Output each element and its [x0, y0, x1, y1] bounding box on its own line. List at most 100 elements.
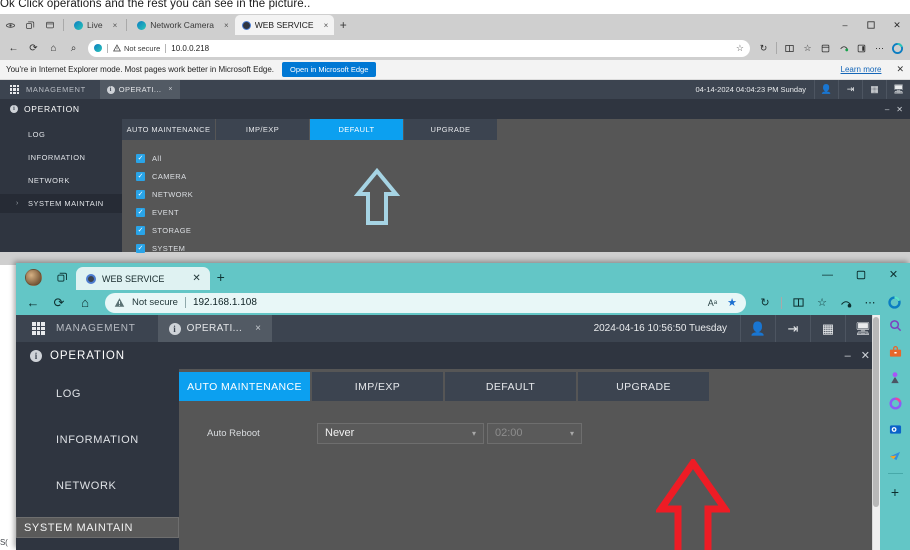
logout-icon[interactable]: ⇥: [838, 80, 862, 99]
learn-more-link[interactable]: Learn more: [841, 65, 882, 74]
split-screen-icon[interactable]: [781, 40, 798, 57]
sidebar-item-system-maintain[interactable]: › SYSTEM MAINTAIN: [0, 194, 122, 213]
shopping-icon[interactable]: [887, 343, 904, 360]
check-icon[interactable]: ✓: [136, 243, 145, 253]
sidebar-item-network[interactable]: NETWORK: [0, 171, 122, 190]
tab-imp-exp[interactable]: IMP/EXP: [216, 119, 310, 140]
open-in-edge-button[interactable]: Open in Microsoft Edge: [282, 62, 377, 77]
minimize-button[interactable]: –: [845, 350, 851, 362]
tools-icon[interactable]: [887, 369, 904, 386]
management-label[interactable]: MANAGEMENT: [26, 85, 86, 94]
copilot-icon[interactable]: [883, 292, 905, 314]
refresh-icon[interactable]: ⟳: [47, 291, 71, 315]
tab-actions-icon[interactable]: [51, 266, 72, 287]
browser-essentials-icon[interactable]: [835, 40, 852, 57]
tab-default[interactable]: DEFAULT: [445, 372, 578, 401]
close-button[interactable]: ✕: [861, 349, 870, 362]
browser-tab-live[interactable]: Live ×: [67, 15, 123, 35]
minimize-button[interactable]: –: [885, 105, 889, 114]
display-icon[interactable]: 🖥: [886, 80, 910, 99]
star-filled-icon[interactable]: ★: [727, 296, 737, 309]
app-tab-operation[interactable]: i OPERATI... ×: [99, 80, 180, 99]
search-icon[interactable]: ⌕: [64, 39, 83, 58]
minimize-button[interactable]: —: [811, 263, 844, 286]
qr-code-icon[interactable]: ▦: [862, 80, 886, 99]
close-button[interactable]: ✕: [896, 105, 903, 114]
settings-more-icon[interactable]: ⋯: [859, 292, 881, 314]
close-icon[interactable]: ×: [324, 21, 329, 30]
maximize-button[interactable]: [858, 14, 884, 36]
minimize-button[interactable]: –: [832, 14, 858, 36]
back-icon[interactable]: ←: [21, 291, 45, 315]
new-tab-button[interactable]: +: [334, 16, 352, 34]
close-button[interactable]: ✕: [877, 263, 910, 286]
close-button[interactable]: ✕: [884, 14, 910, 36]
tab-auto-maintenance[interactable]: AUTO MAINTENANCE: [179, 372, 312, 401]
sidebar-item-information[interactable]: INFORMATION: [0, 148, 122, 167]
check-icon[interactable]: ✓: [136, 153, 145, 163]
home-icon[interactable]: ⌂: [44, 39, 63, 58]
tab-actions-icon[interactable]: [0, 14, 20, 36]
sidebar-item-information[interactable]: INFORMATION: [16, 425, 179, 455]
favorites-icon[interactable]: ☆: [811, 292, 833, 314]
games-icon[interactable]: [887, 447, 904, 464]
address-bar[interactable]: Not secure 10.0.0.218 ☆: [88, 39, 750, 57]
browser-essentials-icon[interactable]: [835, 292, 857, 314]
tab-upgrade[interactable]: UPGRADE: [404, 119, 498, 140]
checkbox-row[interactable]: ✓ SYSTEM: [136, 239, 910, 257]
split-screen-icon[interactable]: [787, 292, 809, 314]
maximize-button[interactable]: [844, 263, 877, 286]
check-icon[interactable]: ✓: [136, 225, 145, 235]
checkbox-row[interactable]: ✓ EVENT: [136, 203, 910, 221]
sidebar-item-network[interactable]: NETWORK: [16, 471, 179, 501]
auto-reboot-time-select[interactable]: 02:00 ▾: [487, 422, 582, 444]
star-outline-icon[interactable]: ☆: [736, 43, 744, 54]
browser-tab-web-service[interactable]: WEB SERVICE ✕: [76, 267, 210, 290]
logout-icon[interactable]: ⇥: [775, 315, 810, 342]
close-icon[interactable]: ×: [113, 21, 118, 30]
copilot-sidebar-icon[interactable]: [853, 40, 870, 57]
browser-tab-network-camera[interactable]: Network Camera ×: [130, 15, 234, 35]
collections-icon[interactable]: [817, 40, 834, 57]
auto-reboot-day-select[interactable]: Never ▾: [317, 422, 484, 444]
tab-upgrade[interactable]: UPGRADE: [578, 372, 711, 401]
management-label[interactable]: MANAGEMENT: [56, 323, 136, 334]
new-tab-button[interactable]: +: [210, 266, 232, 288]
apps-grid-icon[interactable]: [10, 85, 19, 94]
qr-code-icon[interactable]: ▦: [810, 315, 845, 342]
checkbox-row[interactable]: ✓ STORAGE: [136, 221, 910, 239]
checkbox-row[interactable]: ✓ All: [136, 149, 910, 167]
refresh-icon[interactable]: ⟳: [24, 39, 43, 58]
user-icon[interactable]: 👤: [814, 80, 838, 99]
check-icon[interactable]: ✓: [136, 207, 145, 217]
address-bar[interactable]: Not secure 192.168.1.108 Aᵃ ★: [105, 292, 746, 313]
check-icon[interactable]: ✓: [136, 189, 145, 199]
close-icon[interactable]: ✕: [896, 64, 904, 75]
page-scrollbar[interactable]: [872, 315, 880, 550]
history-icon[interactable]: ↻: [754, 292, 776, 314]
tab-copilot-icon[interactable]: [20, 14, 40, 36]
close-icon[interactable]: ×: [224, 21, 229, 30]
browser-tab-web-service[interactable]: WEB SERVICE ×: [234, 15, 335, 35]
copilot-icon[interactable]: [889, 40, 906, 57]
sidebar-item-system-maintain[interactable]: › SYSTEM MAINTAIN: [16, 517, 179, 538]
settings-more-icon[interactable]: ⋯: [871, 40, 888, 57]
checkbox-row[interactable]: ✓ CAMERA: [136, 167, 910, 185]
check-icon[interactable]: ✓: [136, 171, 145, 181]
app-tab-operation[interactable]: i OPERATI... ×: [157, 315, 273, 342]
read-aloud-icon[interactable]: Aᵃ: [708, 298, 717, 308]
close-icon[interactable]: ×: [168, 86, 173, 93]
sidebar-item-log[interactable]: LOG: [0, 125, 122, 144]
copilot-icon[interactable]: [887, 395, 904, 412]
apps-grid-icon[interactable]: [32, 322, 45, 335]
add-icon[interactable]: +: [887, 483, 904, 500]
tab-imp-exp[interactable]: IMP/EXP: [312, 372, 445, 401]
scrollbar-thumb[interactable]: [873, 317, 879, 507]
tab-split-icon[interactable]: [40, 14, 60, 36]
user-icon[interactable]: 👤: [740, 315, 775, 342]
search-icon[interactable]: [887, 317, 904, 334]
home-icon[interactable]: ⌂: [73, 291, 97, 315]
close-icon[interactable]: ×: [255, 323, 261, 334]
tab-default[interactable]: DEFAULT: [310, 119, 404, 140]
checkbox-row[interactable]: ✓ NETWORK: [136, 185, 910, 203]
